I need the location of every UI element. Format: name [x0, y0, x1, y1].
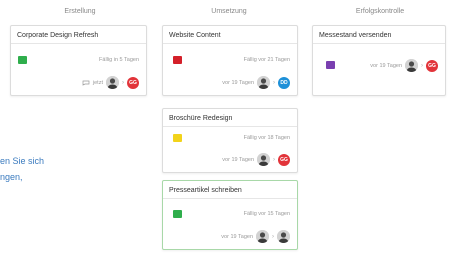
card-title: Presseartikel schreiben [169, 187, 242, 194]
card-meta: vor 19 Tagen › GG [370, 59, 438, 72]
assign-arrow-icon: › [273, 156, 275, 163]
updated-time: vor 19 Tagen [222, 79, 254, 86]
assign-arrow-icon: › [421, 62, 423, 69]
column-header-erfolgskontrolle: Erfolgskontrolle [355, 8, 405, 15]
due-date: Fällig vor 18 Tagen [243, 135, 290, 141]
label-color-tag [173, 210, 182, 218]
comment-icon [82, 80, 90, 86]
assignee-avatar[interactable] [277, 230, 290, 243]
owner-avatar[interactable] [257, 153, 270, 166]
intro-text-line-1: en Sie sich [0, 156, 45, 166]
owner-avatar[interactable] [405, 59, 418, 72]
owner-avatar[interactable] [256, 230, 269, 243]
task-card-broschuere-redesign[interactable]: Broschüre Redesign Fällig vor 18 Tagen v… [162, 108, 298, 173]
intro-text-line-2: ngen, [0, 172, 23, 182]
card-title: Broschüre Redesign [169, 115, 233, 122]
card-meta: vor 19 Tagen › [221, 230, 290, 243]
assign-arrow-icon: › [122, 79, 124, 86]
due-date: Fällig in 5 Tagen [99, 57, 139, 63]
due-date: Fällig vor 15 Tagen [243, 211, 290, 217]
divider [11, 43, 146, 44]
assignee-avatar[interactable]: DD [278, 76, 290, 89]
assignee-avatar[interactable]: GG [127, 76, 139, 89]
card-title: Messestand versenden [319, 32, 392, 39]
divider [163, 43, 297, 44]
label-color-tag [173, 134, 182, 142]
card-meta: jetzt › GG [82, 76, 139, 89]
card-meta: vor 19 Tagen › GG [222, 153, 290, 166]
column-header-erstellung: Erstellung [64, 8, 96, 15]
updated-time: vor 19 Tagen [221, 233, 253, 240]
column-header-umsetzung: Umsetzung [211, 8, 247, 15]
divider [313, 43, 445, 44]
label-color-tag [326, 61, 335, 69]
owner-avatar[interactable] [257, 76, 270, 89]
divider [163, 198, 297, 199]
task-card-website-content[interactable]: Website Content Fällig vor 21 Tagen vor … [162, 25, 298, 96]
divider [163, 126, 297, 127]
label-color-tag [18, 56, 27, 64]
updated-time: vor 19 Tagen [370, 62, 402, 69]
assign-arrow-icon: › [272, 233, 274, 240]
task-card-messestand-versenden[interactable]: Messestand versenden vor 19 Tagen › GG [312, 25, 446, 96]
task-card-presseartikel-schreiben[interactable]: Presseartikel schreiben Fällig vor 15 Ta… [162, 180, 298, 250]
task-card-corporate-design-refresh[interactable]: Corporate Design Refresh Fällig in 5 Tag… [10, 25, 147, 96]
owner-avatar[interactable] [106, 76, 119, 89]
updated-time: jetzt [92, 79, 103, 86]
due-date: Fällig vor 21 Tagen [243, 57, 290, 63]
assign-arrow-icon: › [273, 79, 275, 86]
card-meta: vor 19 Tagen › DD [222, 76, 290, 89]
updated-time: vor 19 Tagen [222, 156, 254, 163]
assignee-avatar[interactable]: GG [278, 153, 290, 166]
card-title: Website Content [169, 32, 221, 39]
label-color-tag [173, 56, 182, 64]
card-title: Corporate Design Refresh [17, 32, 99, 39]
assignee-avatar[interactable]: GG [426, 59, 438, 72]
